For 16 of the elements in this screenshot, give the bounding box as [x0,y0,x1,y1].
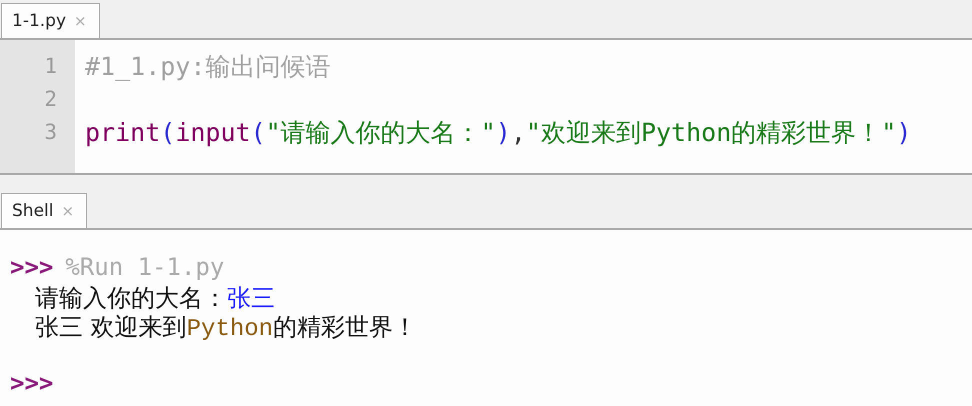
tab[interactable]: Shell × [1,193,88,228]
shell-command: %Run 1-1.py [65,252,224,283]
tab-label[interactable]: Shell [12,201,54,221]
shell-output: 请输入你的大名：张三 [35,284,275,313]
tab-label[interactable]: 1-1.py [12,11,66,31]
line-number: 2 [43,86,58,113]
line-number: 3 [43,119,58,146]
shell-output: 张三 欢迎来到Python的精彩世界！ [35,313,418,342]
code-editor[interactable]: #1_1.py:输出问候语 print(input("请输入你的大名："),"欢迎来到Python的精彩世界！") [75,40,972,173]
code-line: #1_1.py:输出问候语 [85,52,330,81]
code-line: print(input("请输入你的大名："),"欢迎来到Python的精彩世界！") [85,118,912,147]
tab[interactable]: 1-1.py × [1,3,100,38]
shell-panel[interactable]: >>> %Run 1-1.py 请输入你的大名：张三 张三 欢迎来到Python的精彩世界！ >>> [0,230,972,406]
prompt-marker: >>> [10,252,54,283]
line-number: 1 [43,53,58,80]
prompt-marker: >>> [10,368,54,399]
